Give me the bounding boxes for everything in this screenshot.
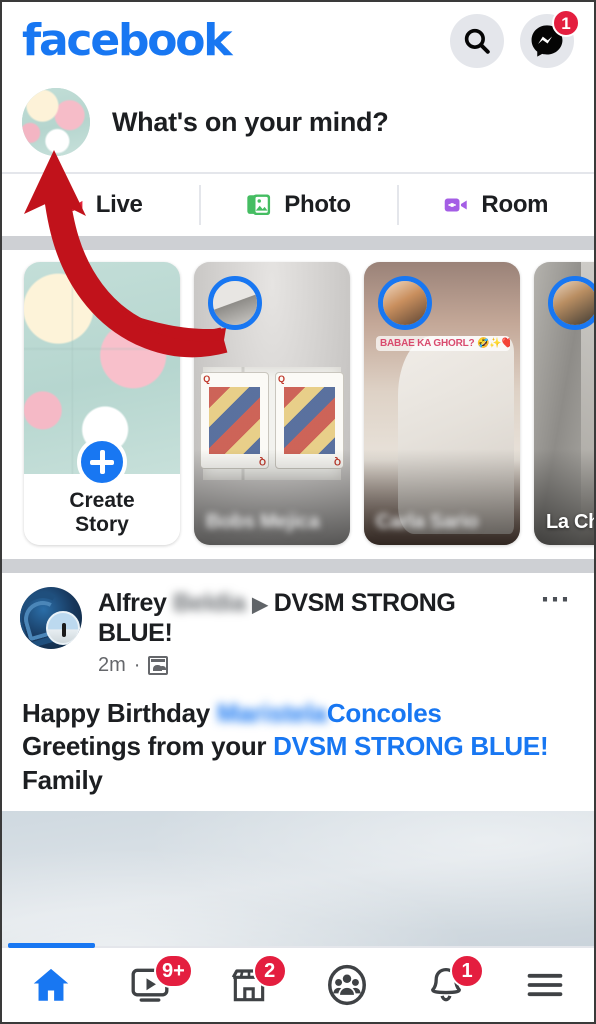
nav-menu[interactable]	[495, 948, 594, 1022]
messenger-badge: 1	[552, 9, 580, 37]
room-button[interactable]: Room	[396, 174, 594, 236]
post-timestamp[interactable]: 2m	[98, 654, 126, 677]
section-spacer	[2, 236, 594, 250]
story-overlay-text: BABAE KA GHORL? 🤣✨❤️	[376, 336, 510, 351]
post-mention-blurred[interactable]: Maristela	[217, 698, 327, 728]
composer-row[interactable]: What's on your mind?	[2, 80, 594, 172]
photo-gallery-icon	[247, 194, 271, 216]
post-subline: 2m ·	[98, 654, 526, 677]
create-story-label: Create Story	[24, 489, 180, 537]
story-author-name: Carla Sario	[376, 511, 479, 533]
post-text-line1-pre: Happy Birthday	[22, 698, 217, 728]
post-body-text: Happy Birthday MaristelaConcoles Greetin…	[2, 677, 594, 811]
nav-groups[interactable]	[298, 948, 397, 1022]
avatar-image	[22, 88, 90, 156]
story-card[interactable]: La Chic Gordit	[534, 262, 594, 545]
photo-button[interactable]: Photo	[199, 174, 396, 236]
top-bar: facebook 1	[2, 2, 594, 80]
notifications-badge: 1	[450, 954, 485, 988]
story-avatar[interactable]	[378, 276, 432, 330]
live-label: Live	[95, 191, 143, 218]
post-mention-group[interactable]: DVSM STRONG BLUE!	[273, 731, 548, 761]
room-label: Room	[481, 191, 549, 218]
post-text-line2-pre: Greetings from your	[22, 731, 274, 762]
create-story-label-line2: Story	[75, 513, 129, 537]
composer-prompt[interactable]: What's on your mind?	[112, 107, 389, 138]
bottom-navigation: 9+ 2 1	[2, 943, 594, 1022]
story-card[interactable]: BABAE KA GHORL? 🤣✨❤️ Carla Sario	[364, 262, 520, 545]
search-icon	[464, 28, 490, 54]
stories-section: Create Story QQ QQ Bobs Mejica BABA	[2, 250, 594, 559]
messenger-button[interactable]: 1	[520, 9, 580, 68]
nav-marketplace[interactable]: 2	[199, 948, 298, 1022]
section-spacer	[2, 559, 594, 573]
story-author-name: La Chic Gordit	[546, 511, 594, 533]
home-icon	[34, 968, 69, 1001]
create-story-label-line1: Create	[69, 489, 135, 513]
hamburger-menu-icon	[527, 973, 563, 997]
story-author-name: Bobs Mejica	[206, 511, 320, 533]
photo-label: Photo	[284, 191, 351, 218]
top-bar-actions: 1	[450, 9, 580, 68]
live-video-icon	[60, 199, 83, 211]
post-menu-button[interactable]: ⋯	[526, 585, 576, 615]
nav-notifications[interactable]: 1	[397, 948, 496, 1022]
nav-home[interactable]	[2, 943, 101, 1022]
facebook-mobile-app: facebook 1 What's on your mind? Live Pho…	[0, 0, 596, 1024]
post-author-avatar[interactable]	[20, 587, 82, 649]
marketplace-badge: 2	[252, 954, 287, 988]
post-group-arrow-icon: ▶	[252, 594, 268, 616]
search-button[interactable]	[450, 14, 504, 68]
stories-carousel[interactable]: Create Story QQ QQ Bobs Mejica BABA	[2, 262, 594, 545]
post-separator: ·	[133, 654, 141, 676]
post-mention[interactable]: Concoles	[327, 698, 442, 728]
post-author-name[interactable]: Alfrey	[98, 589, 167, 617]
groups-icon	[328, 964, 367, 1006]
facebook-logo[interactable]: facebook	[22, 19, 233, 63]
story-avatar[interactable]	[548, 276, 594, 330]
feed-post: Alfrey Beldia ▶ DVSM STRONG BLUE! 2m · ⋯…	[2, 573, 594, 971]
post-author-surname-blurred: Beldia	[173, 589, 246, 617]
avatar[interactable]	[22, 88, 90, 156]
create-story-card[interactable]: Create Story	[24, 262, 180, 545]
video-room-icon	[445, 198, 468, 212]
composer-action-row: Live Photo Room	[2, 174, 594, 236]
post-header: Alfrey Beldia ▶ DVSM STRONG BLUE! 2m · ⋯	[2, 585, 594, 677]
post-meta: Alfrey Beldia ▶ DVSM STRONG BLUE! 2m ·	[98, 587, 526, 677]
avatar-inset-photo	[46, 611, 80, 645]
friends-privacy-icon[interactable]	[148, 656, 169, 675]
plus-icon[interactable]	[77, 437, 127, 487]
story-card[interactable]: QQ QQ Bobs Mejica	[194, 262, 350, 545]
live-button[interactable]: Live	[2, 174, 199, 236]
post-title: Alfrey Beldia ▶ DVSM STRONG BLUE!	[98, 588, 526, 648]
nav-watch[interactable]: 9+	[101, 948, 200, 1022]
post-text-line3: Family	[22, 764, 103, 795]
watch-badge: 9+	[154, 954, 193, 988]
story-avatar[interactable]	[208, 276, 262, 330]
